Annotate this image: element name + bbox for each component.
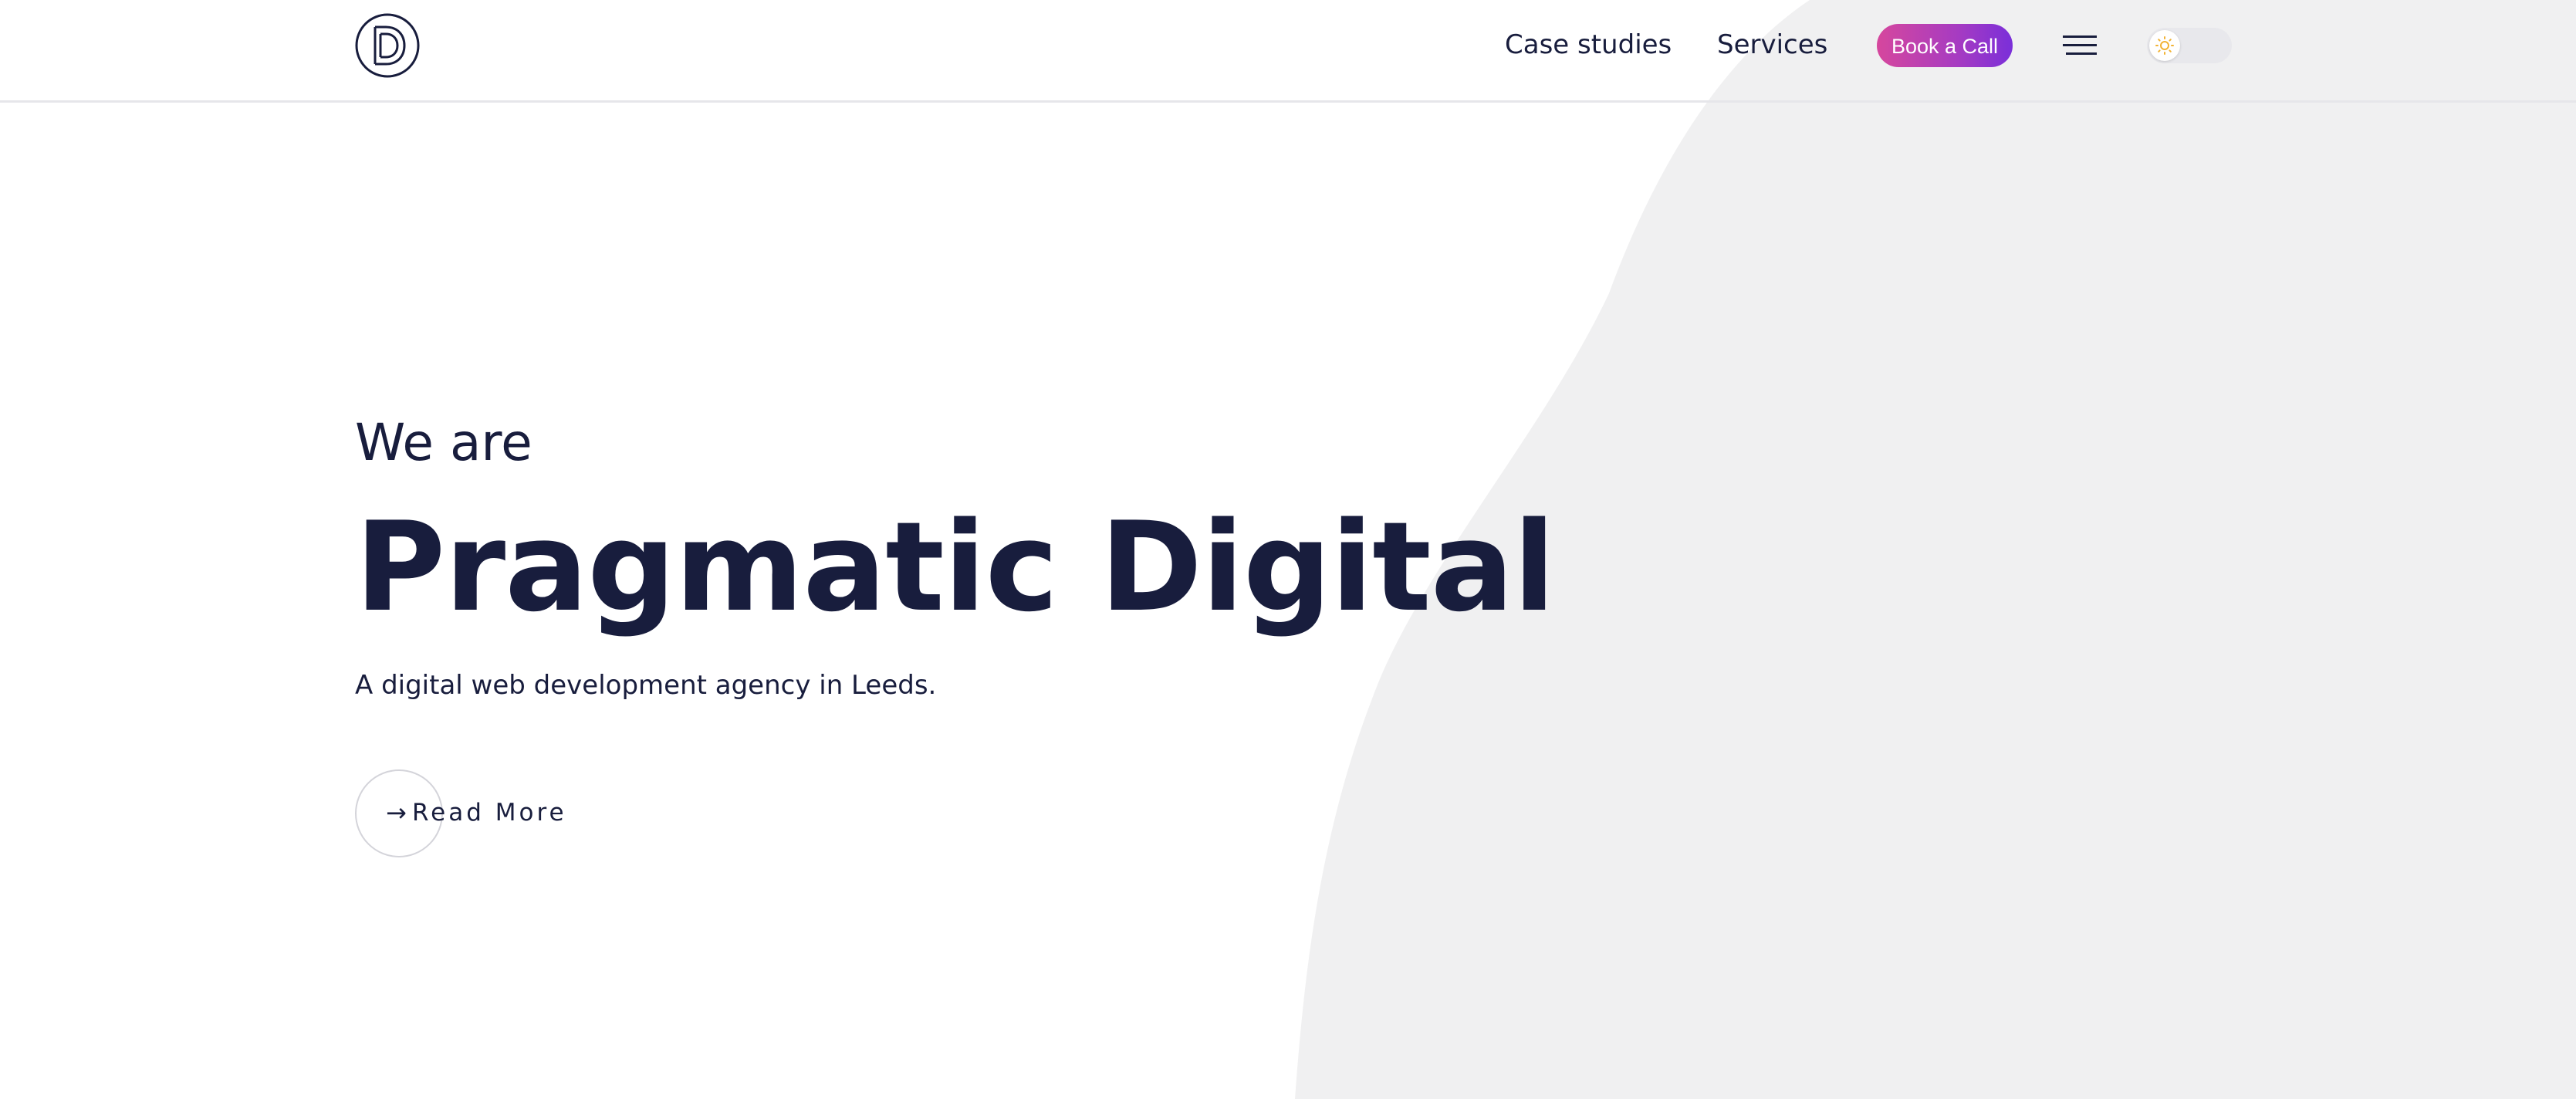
read-more-label: Read More <box>412 799 567 827</box>
toggle-knob <box>2149 30 2180 61</box>
sun-icon <box>2155 36 2174 55</box>
theme-toggle[interactable] <box>2147 28 2232 63</box>
read-more-link[interactable]: → Read More <box>355 769 587 857</box>
nav-services[interactable]: Services <box>1717 28 1827 62</box>
logo-icon[interactable] <box>355 13 420 78</box>
hero-headline: Pragmatic Digital <box>355 495 1556 639</box>
site-header: Case studies Services Book a Call <box>0 0 2576 103</box>
hero-tagline: A digital web development agency in Leed… <box>355 670 937 701</box>
hamburger-icon[interactable] <box>2063 34 2097 57</box>
arrow-right-icon: → <box>386 798 407 827</box>
nav-case-studies[interactable]: Case studies <box>1505 28 1672 62</box>
hero-intro: We are <box>355 413 532 472</box>
book-a-call-button[interactable]: Book a Call <box>1877 24 2013 67</box>
